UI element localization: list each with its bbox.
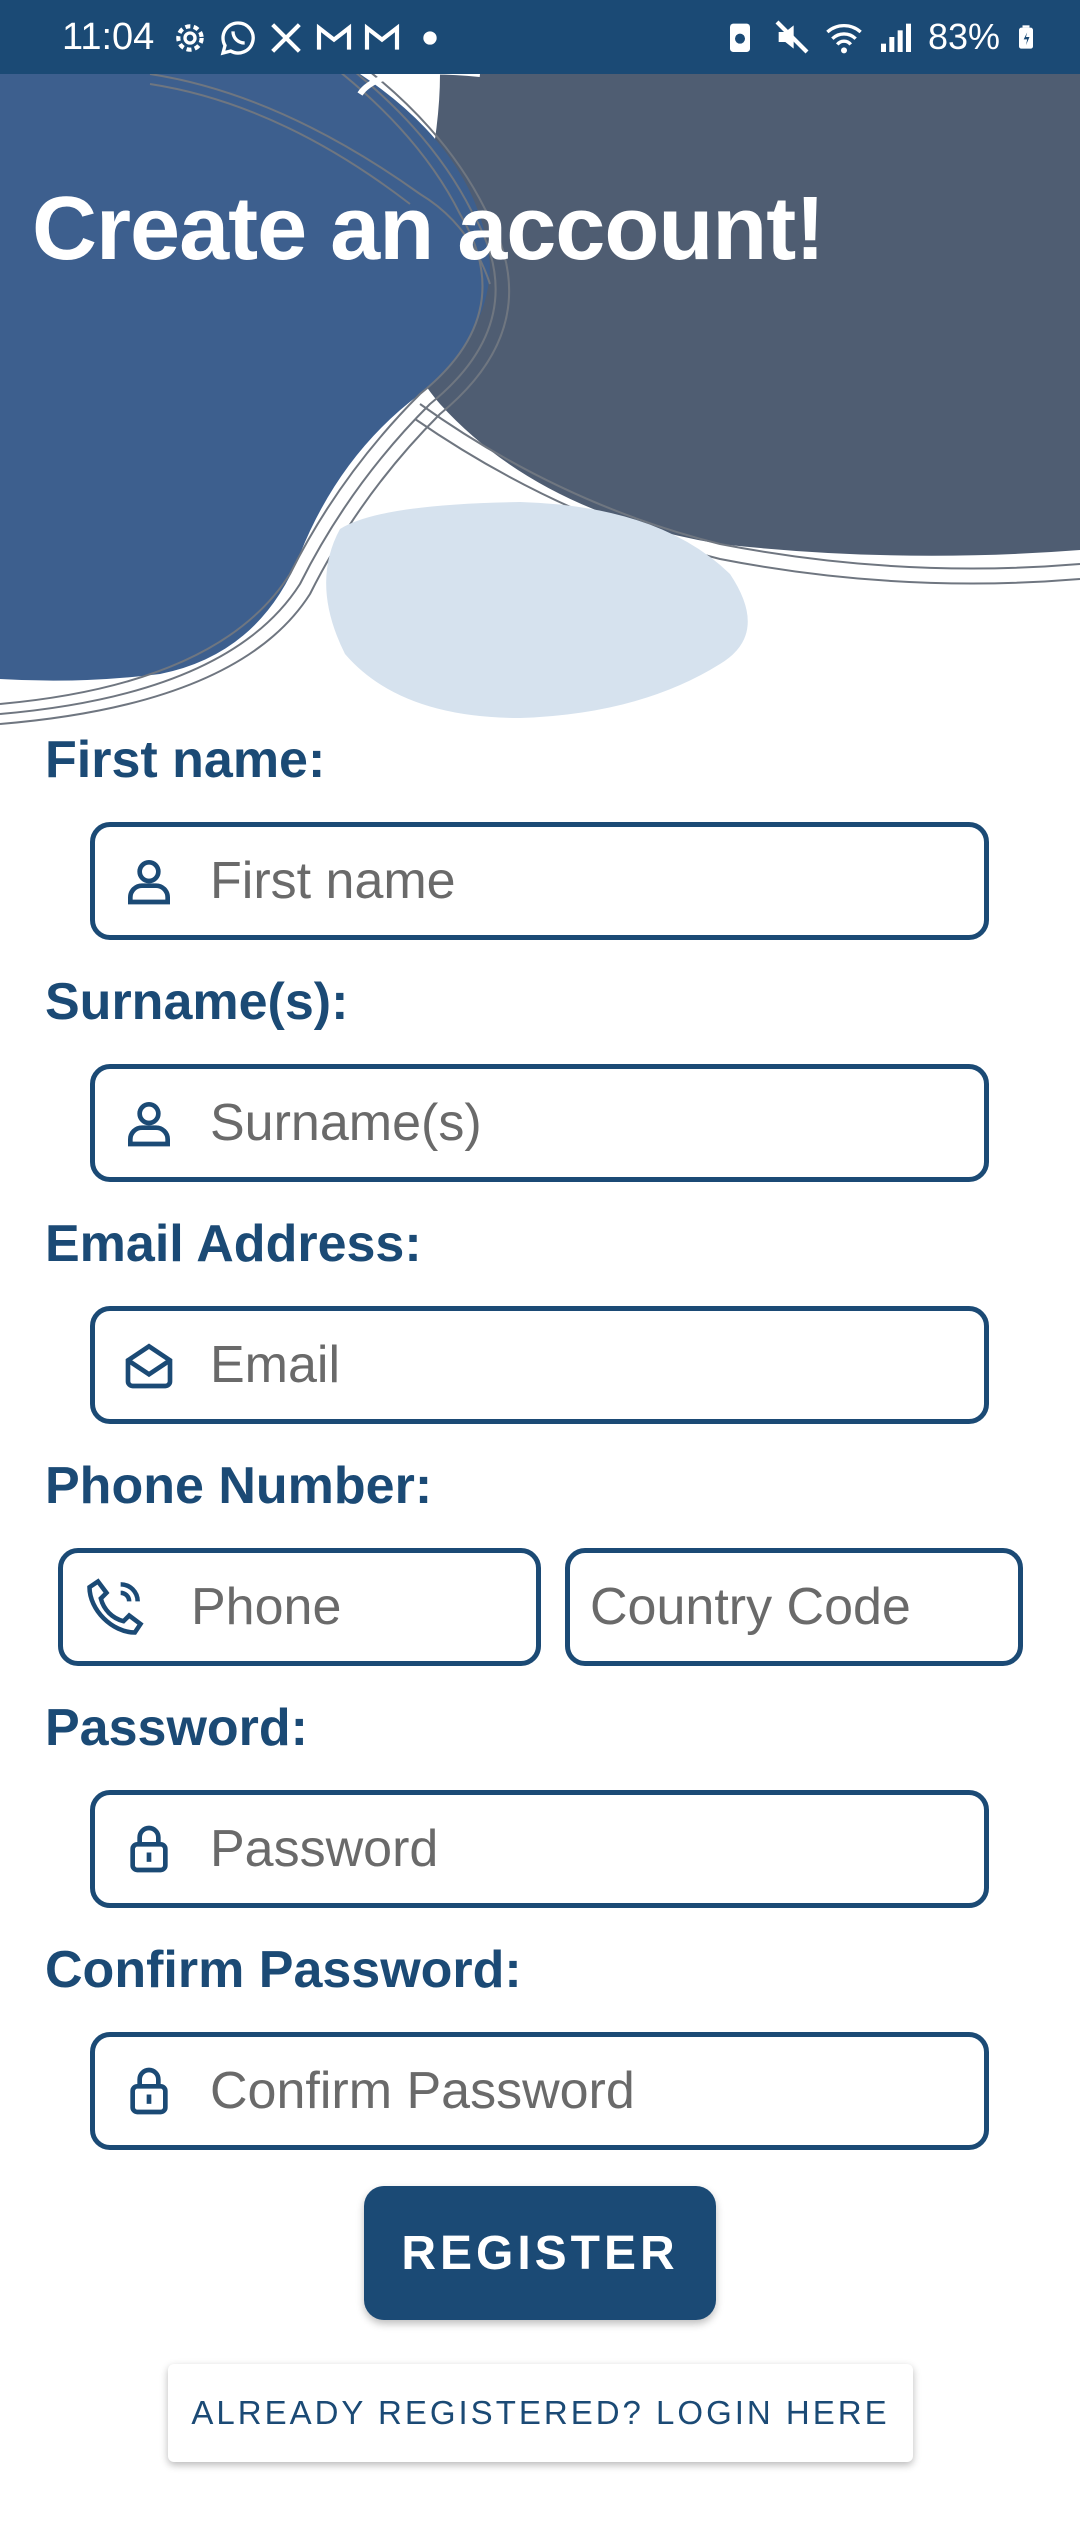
- whatsapp-icon: [220, 21, 255, 56]
- mail-icon: [125, 1343, 173, 1389]
- login-link-button[interactable]: ALREADY REGISTERED? LOGIN HERE: [168, 2364, 913, 2462]
- lock-icon: [130, 2067, 168, 2115]
- wifi-icon: [826, 24, 862, 54]
- battery-saver-icon: [729, 23, 750, 52]
- status-left-icons: [170, 18, 450, 58]
- signal-icon: [880, 23, 911, 52]
- gmail-icon: [364, 23, 400, 50]
- battery-percent: 83%: [927, 16, 1000, 57]
- gmail-icon: [316, 23, 352, 50]
- phone-field[interactable]: [58, 1548, 541, 1666]
- surname-field[interactable]: [90, 1064, 989, 1182]
- battery-icon: [1019, 25, 1033, 49]
- phone-label: Phone Number:: [45, 1457, 433, 1515]
- gear-icon: [176, 24, 204, 52]
- status-bar: 11:04 83%: [0, 0, 1080, 74]
- page-title: Create an account!: [32, 179, 825, 279]
- register-button[interactable]: REGISTER: [364, 2186, 716, 2320]
- lock-icon: [130, 1825, 168, 1873]
- password-label: Password:: [45, 1699, 308, 1757]
- person-icon: [128, 1102, 170, 1147]
- status-right: 83%: [720, 16, 1040, 58]
- surname-label: Surname(s):: [45, 973, 349, 1031]
- phone-input[interactable]: [191, 1553, 516, 1661]
- confirm-password-field[interactable]: [90, 2032, 989, 2150]
- email-field[interactable]: [90, 1306, 989, 1424]
- header-decoration: [0, 74, 1080, 725]
- first-name-input[interactable]: [210, 827, 964, 935]
- first-name-field[interactable]: [90, 822, 989, 940]
- email-label: Email Address:: [45, 1215, 422, 1273]
- password-input[interactable]: [210, 1795, 964, 1903]
- surname-input[interactable]: [210, 1069, 964, 1177]
- x-icon: [271, 23, 301, 53]
- first-name-label: First name:: [45, 731, 326, 789]
- country-code-field[interactable]: [565, 1548, 1023, 1666]
- confirm-password-input[interactable]: [210, 2037, 964, 2145]
- email-input[interactable]: [210, 1311, 964, 1419]
- status-time: 11:04: [62, 16, 155, 58]
- phone-icon: [87, 1578, 144, 1635]
- country-code-input[interactable]: [590, 1553, 998, 1661]
- confirm-password-label: Confirm Password:: [45, 1941, 522, 1999]
- dot-icon: [423, 31, 437, 45]
- password-field[interactable]: [90, 1790, 989, 1908]
- person-icon: [128, 860, 170, 905]
- mute-icon: [775, 20, 809, 54]
